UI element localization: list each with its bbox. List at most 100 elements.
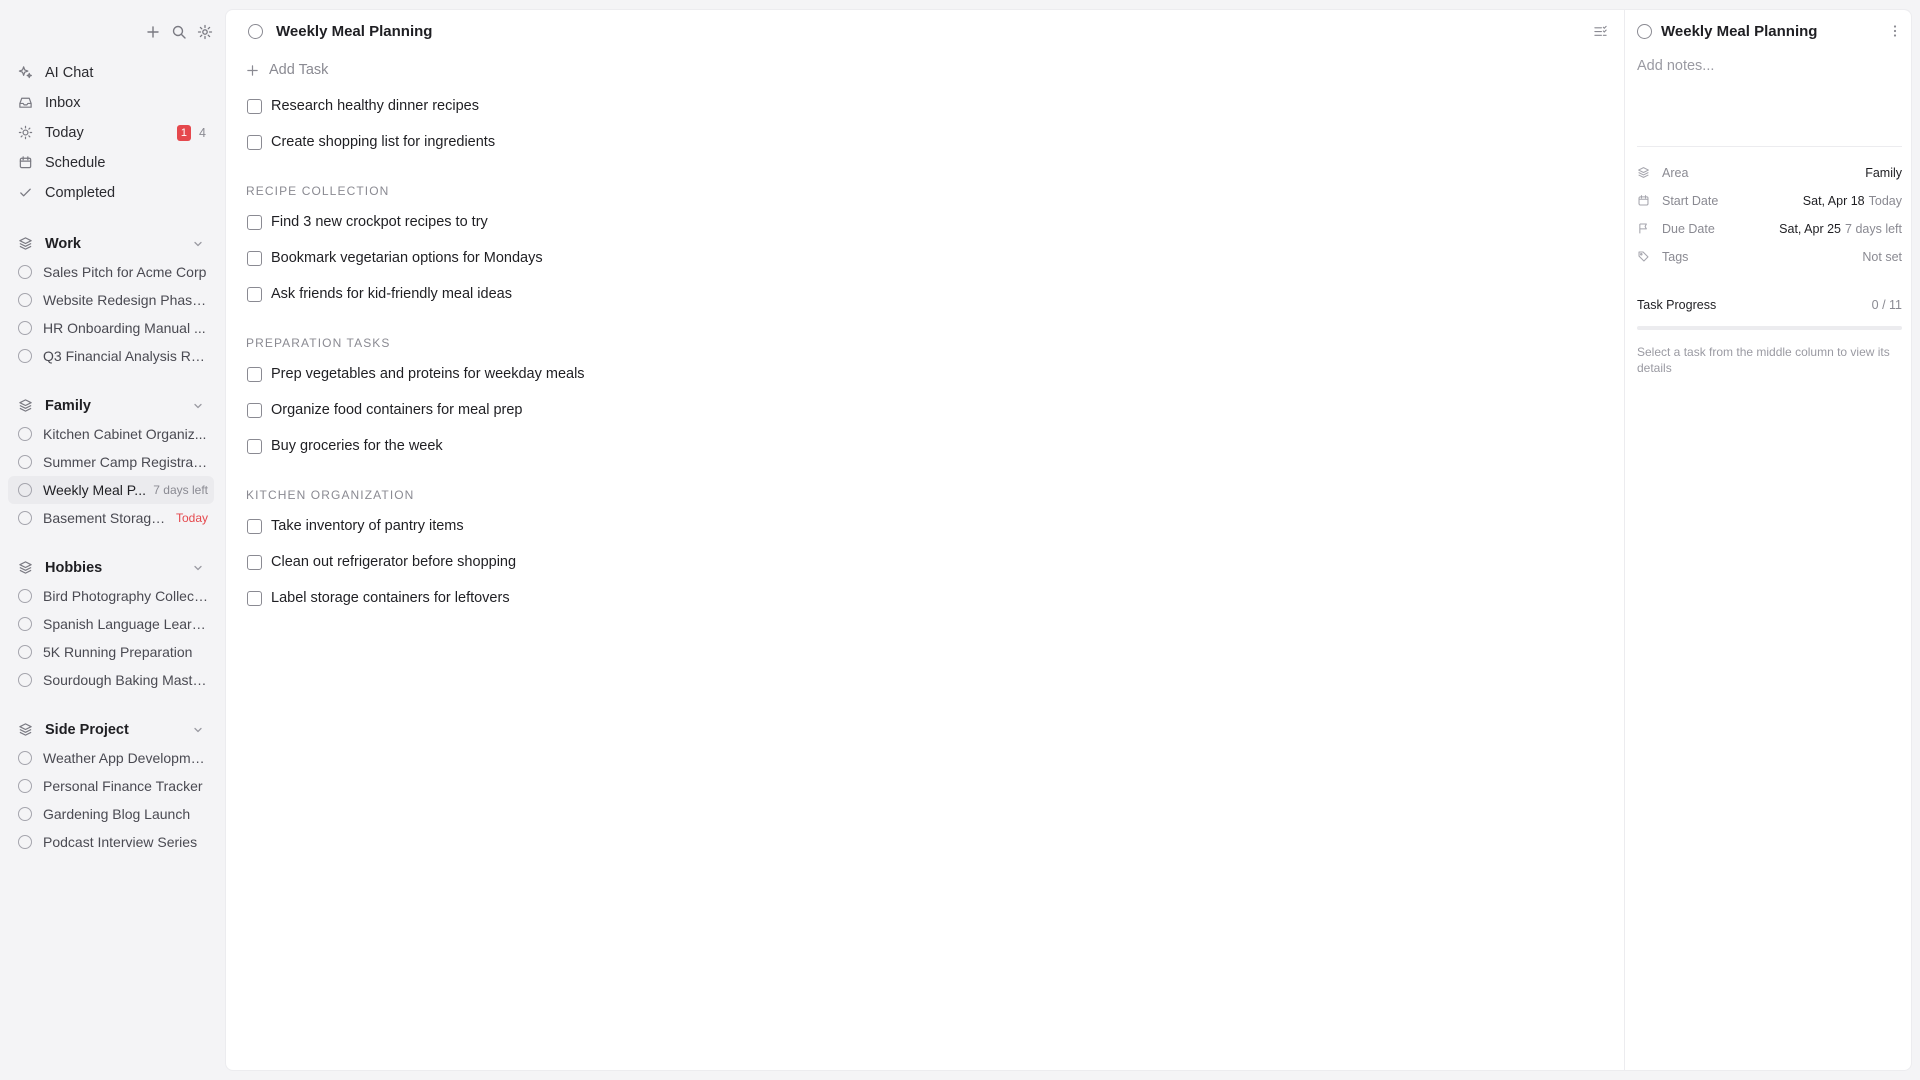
area-header[interactable]: Hobbies: [8, 554, 214, 582]
task-checkbox[interactable]: [247, 554, 262, 570]
today-count: 4: [199, 126, 206, 140]
project-item[interactable]: Podcast Interview Series: [8, 828, 214, 856]
gear-icon[interactable]: [196, 23, 214, 41]
task-item[interactable]: Prep vegetables and proteins for weekday…: [246, 356, 1604, 392]
task-checkbox[interactable]: [247, 366, 262, 382]
task-checkbox[interactable]: [247, 250, 262, 266]
task-checkbox[interactable]: [247, 402, 262, 418]
area-hobbies: Hobbies Bird Photography Collect... Span…: [8, 554, 214, 694]
task-item[interactable]: Ask friends for kid-friendly meal ideas: [246, 276, 1604, 312]
search-icon[interactable]: [170, 23, 188, 41]
section-header: KITCHEN ORGANIZATION: [246, 488, 415, 502]
prop-key: Area: [1662, 166, 1689, 180]
project-label: Spanish Language Learni...: [43, 616, 208, 632]
chevron-down-icon[interactable]: [192, 238, 204, 250]
project-circle-icon: [18, 321, 32, 335]
task-checkbox[interactable]: [247, 214, 262, 230]
calendar-icon: [18, 155, 34, 171]
task-item[interactable]: Label storage containers for leftovers: [246, 580, 1604, 616]
area-header[interactable]: Family: [8, 392, 214, 420]
project-item-active[interactable]: Weekly Meal P... 7 days left: [8, 476, 214, 504]
project-due-meta: 7 days left: [153, 483, 208, 497]
sparkle-icon: [18, 65, 34, 81]
chevron-down-icon[interactable]: [192, 400, 204, 412]
add-task-label: Add Task: [269, 62, 329, 78]
project-item[interactable]: 5K Running Preparation: [8, 638, 214, 666]
project-item[interactable]: Kitchen Cabinet Organiz...: [8, 420, 214, 448]
project-label: Summer Camp Registrati...: [43, 454, 208, 470]
project-item[interactable]: Summer Camp Registrati...: [8, 448, 214, 476]
prop-due-date[interactable]: Due Date Sat, Apr 25 7 days left: [1637, 215, 1902, 243]
task-item[interactable]: Take inventory of pantry items: [246, 508, 1604, 544]
task-item[interactable]: Find 3 new crockpot recipes to try: [246, 204, 1604, 240]
project-circle-icon: [18, 835, 32, 849]
plus-icon[interactable]: [144, 23, 162, 41]
task-checkbox[interactable]: [247, 518, 262, 534]
task-item[interactable]: Research healthy dinner recipes: [246, 88, 1604, 124]
prop-start-date[interactable]: Start Date Sat, Apr 18 Today: [1637, 187, 1902, 215]
area-header[interactable]: Side Project: [8, 716, 214, 744]
project-label: Q3 Financial Analysis Re...: [43, 348, 208, 364]
project-circle-icon: [18, 455, 32, 469]
project-item[interactable]: Gardening Blog Launch: [8, 800, 214, 828]
project-complete-toggle[interactable]: [1637, 23, 1652, 39]
project-item[interactable]: HR Onboarding Manual ...: [8, 314, 214, 342]
area-header[interactable]: Work: [8, 230, 214, 258]
more-vertical-icon[interactable]: [1888, 24, 1902, 38]
view-options-icon[interactable]: [1593, 24, 1608, 39]
task-checkbox[interactable]: [247, 98, 262, 114]
project-item[interactable]: Spanish Language Learni...: [8, 610, 214, 638]
task-list-column: Weekly Meal Planning Add Task Research h…: [226, 10, 1624, 1070]
project-label: Sales Pitch for Acme Corp: [43, 264, 207, 280]
project-circle-icon: [18, 427, 32, 441]
area-side-project: Side Project Weather App Development Per…: [8, 716, 214, 856]
project-item[interactable]: Bird Photography Collect...: [8, 582, 214, 610]
nav-today[interactable]: Today 1 4: [8, 118, 214, 148]
task-label: Buy groceries for the week: [271, 438, 443, 454]
nav-inbox[interactable]: Inbox: [8, 88, 214, 118]
project-title[interactable]: Weekly Meal Planning: [276, 23, 1593, 40]
project-circle-icon: [18, 483, 32, 497]
nav-schedule[interactable]: Schedule: [8, 148, 214, 178]
notes-field[interactable]: Add notes...: [1637, 52, 1902, 146]
area-name: Family: [45, 398, 91, 414]
detail-panel: Weekly Meal Planning Add notes... Area F…: [1624, 10, 1912, 1070]
flag-icon: [1637, 222, 1651, 236]
task-checkbox[interactable]: [247, 134, 262, 150]
project-item[interactable]: Weather App Development: [8, 744, 214, 772]
prop-tags[interactable]: Tags Not set: [1637, 243, 1902, 271]
task-checkbox[interactable]: [247, 438, 262, 454]
task-item[interactable]: Organize food containers for meal prep: [246, 392, 1604, 428]
task-checkbox[interactable]: [247, 590, 262, 606]
prop-area[interactable]: Area Family: [1637, 159, 1902, 187]
task-item[interactable]: Clean out refrigerator before shopping: [246, 544, 1604, 580]
area-name: Work: [45, 236, 81, 252]
task-label: Ask friends for kid-friendly meal ideas: [271, 286, 512, 302]
project-item[interactable]: Q3 Financial Analysis Re...: [8, 342, 214, 370]
project-complete-toggle[interactable]: [248, 23, 263, 39]
nav-ai-chat[interactable]: AI Chat: [8, 58, 214, 88]
project-item[interactable]: Personal Finance Tracker: [8, 772, 214, 800]
task-item[interactable]: Create shopping list for ingredients: [246, 124, 1604, 160]
task-item[interactable]: Buy groceries for the week: [246, 428, 1604, 464]
project-label: Sourdough Baking Maste...: [43, 672, 208, 688]
project-circle-icon: [18, 293, 32, 307]
chevron-down-icon[interactable]: [192, 562, 204, 574]
tag-icon: [1637, 250, 1651, 264]
add-task-button[interactable]: Add Task: [246, 52, 1604, 88]
task-label: Organize food containers for meal prep: [271, 402, 523, 418]
project-item[interactable]: Website Redesign Phase 1: [8, 286, 214, 314]
section-header: PREPARATION TASKS: [246, 336, 391, 350]
check-icon: [18, 185, 34, 201]
task-checkbox[interactable]: [247, 286, 262, 302]
progress-bar: [1637, 326, 1902, 330]
project-item[interactable]: Sourdough Baking Maste...: [8, 666, 214, 694]
project-circle-icon: [18, 511, 32, 525]
project-item[interactable]: Sales Pitch for Acme Corp: [8, 258, 214, 286]
nav-completed[interactable]: Completed: [8, 178, 214, 208]
chevron-down-icon[interactable]: [192, 724, 204, 736]
properties-list: Area Family Start Date Sat, Apr 18 Today…: [1637, 147, 1902, 271]
detail-title[interactable]: Weekly Meal Planning: [1661, 23, 1888, 40]
project-item[interactable]: Basement Storage... Today: [8, 504, 214, 532]
task-item[interactable]: Bookmark vegetarian options for Mondays: [246, 240, 1604, 276]
